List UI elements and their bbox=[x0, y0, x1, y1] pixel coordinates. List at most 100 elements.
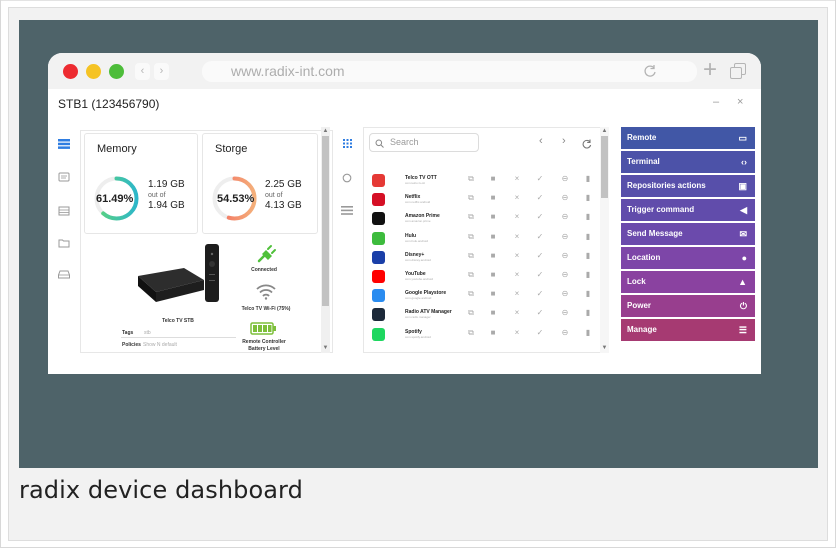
enable-icon[interactable]: ✓ bbox=[535, 328, 545, 337]
edit-icon[interactable]: ⧉ bbox=[466, 289, 476, 299]
app-row: Telco TV OTT com.telco.tv.ott ⧉ ■ × ✓ ⊖ ▮ bbox=[372, 172, 602, 190]
enable-icon[interactable]: ✓ bbox=[535, 270, 545, 279]
envelope-icon: ✉ bbox=[739, 229, 747, 239]
list-view-icon[interactable] bbox=[341, 206, 353, 215]
stop-icon[interactable]: ■ bbox=[488, 174, 498, 183]
disable-icon[interactable]: ⊖ bbox=[560, 270, 570, 279]
menu-item-send-message[interactable]: Send Message ✉ bbox=[621, 223, 755, 245]
monitor-icon: ▭ bbox=[738, 133, 747, 143]
apps-search-input[interactable]: Search bbox=[369, 133, 479, 152]
grid-view-icon[interactable] bbox=[343, 139, 352, 148]
edit-icon[interactable]: ⧉ bbox=[466, 328, 476, 338]
uninstall-icon[interactable]: × bbox=[512, 289, 522, 298]
nav-buttons: ‹ › bbox=[135, 63, 171, 80]
scroll-up-icon[interactable]: ▲ bbox=[321, 127, 330, 135]
enable-icon[interactable]: ✓ bbox=[535, 308, 545, 317]
refresh-icon[interactable] bbox=[582, 139, 592, 149]
card-top-divider bbox=[0, 0, 836, 1]
menu-item-power[interactable]: Power ⏻ bbox=[621, 295, 755, 317]
menu-item-location[interactable]: Location ● bbox=[621, 247, 755, 269]
menu-item-terminal[interactable]: Terminal ‹› bbox=[621, 151, 755, 173]
edit-icon[interactable]: ⧉ bbox=[466, 270, 476, 280]
enable-icon[interactable]: ✓ bbox=[535, 193, 545, 202]
edit-icon[interactable]: ⧉ bbox=[466, 251, 476, 261]
stop-icon[interactable]: ■ bbox=[488, 212, 498, 221]
disable-icon[interactable]: ⊖ bbox=[560, 193, 570, 202]
folder-icon bbox=[58, 239, 70, 248]
uninstall-icon[interactable]: × bbox=[512, 251, 522, 260]
enable-icon[interactable]: ✓ bbox=[535, 289, 545, 298]
menu-item-remote[interactable]: Remote ▭ bbox=[621, 127, 755, 149]
menu-item-label: Terminal bbox=[627, 157, 660, 166]
stop-icon[interactable]: ■ bbox=[488, 308, 498, 317]
uninstall-icon[interactable]: × bbox=[512, 328, 522, 337]
storage-card: Storge 54.53% 2.25 GB out of 4.13 GB bbox=[202, 133, 318, 234]
scroll-down-icon[interactable]: ▼ bbox=[600, 344, 609, 352]
next-page-icon[interactable]: › bbox=[562, 135, 566, 147]
enable-icon[interactable]: ✓ bbox=[535, 174, 545, 183]
uninstall-icon[interactable]: × bbox=[512, 174, 522, 183]
memory-out-of: out of bbox=[148, 192, 166, 199]
stop-icon[interactable]: ■ bbox=[488, 251, 498, 260]
apps-scrollbar[interactable]: ▲ ▼ bbox=[600, 127, 609, 353]
close-window-icon bbox=[63, 64, 78, 79]
stop-icon[interactable]: ■ bbox=[488, 193, 498, 202]
stop-icon[interactable]: ■ bbox=[488, 232, 498, 241]
disable-icon[interactable]: ⊖ bbox=[560, 289, 570, 298]
app-row: Radio ATV Manager com.radix.manager ⧉ ■ × ✓ ⊖ ▮ bbox=[372, 306, 602, 324]
uninstall-icon[interactable]: × bbox=[512, 308, 522, 317]
device-title: STB1 (123456790) bbox=[58, 97, 160, 111]
app-row: YouTube com.youtube.android ⧉ ■ × ✓ ⊖ ▮ bbox=[372, 268, 602, 286]
circle-view-icon[interactable] bbox=[342, 173, 352, 183]
edit-icon[interactable]: ⧉ bbox=[466, 232, 476, 242]
power-icon: ⏻ bbox=[739, 301, 747, 311]
delete-icon[interactable]: ▮ bbox=[583, 270, 593, 279]
uninstall-icon[interactable]: × bbox=[512, 270, 522, 279]
menu-item-repositories-actions[interactable]: Repositories actions ▣ bbox=[621, 175, 755, 197]
menu-item-manage[interactable]: Manage ☰ bbox=[621, 319, 755, 341]
disable-icon[interactable]: ⊖ bbox=[560, 328, 570, 337]
edit-icon[interactable]: ⧉ bbox=[466, 193, 476, 203]
disable-icon[interactable]: ⊖ bbox=[560, 251, 570, 260]
enable-icon[interactable]: ✓ bbox=[535, 212, 545, 221]
enable-icon[interactable]: ✓ bbox=[535, 232, 545, 241]
message-icon bbox=[58, 172, 70, 182]
device-name: Telco TV STB bbox=[162, 318, 194, 324]
delete-icon[interactable]: ▮ bbox=[583, 193, 593, 202]
delete-icon[interactable]: ▮ bbox=[583, 289, 593, 298]
uninstall-icon[interactable]: × bbox=[512, 212, 522, 221]
delete-icon[interactable]: ▮ bbox=[583, 212, 593, 221]
uninstall-icon[interactable]: × bbox=[512, 193, 522, 202]
stats-scrollbar[interactable]: ▲ ▼ bbox=[321, 127, 330, 353]
disable-icon[interactable]: ⊖ bbox=[560, 232, 570, 241]
menu-item-trigger-command[interactable]: Trigger command ◀ bbox=[621, 199, 755, 221]
menu-item-lock[interactable]: Lock ▲ bbox=[621, 271, 755, 293]
stop-icon[interactable]: ■ bbox=[488, 328, 498, 337]
storage-out-of: out of bbox=[265, 192, 283, 199]
prev-page-icon[interactable]: ‹ bbox=[539, 135, 543, 147]
uninstall-icon[interactable]: × bbox=[512, 232, 522, 241]
memory-title: Memory bbox=[97, 143, 137, 155]
delete-icon[interactable]: ▮ bbox=[583, 251, 593, 260]
delete-icon[interactable]: ▮ bbox=[583, 328, 593, 337]
scroll-up-icon[interactable]: ▲ bbox=[600, 127, 609, 135]
edit-icon[interactable]: ⧉ bbox=[466, 174, 476, 184]
tags-divider bbox=[121, 337, 236, 338]
edit-icon[interactable]: ⧉ bbox=[466, 308, 476, 318]
enable-icon[interactable]: ✓ bbox=[535, 251, 545, 260]
delete-icon[interactable]: ▮ bbox=[583, 308, 593, 317]
delete-icon[interactable]: ▮ bbox=[583, 174, 593, 183]
memory-percent: 61.49% bbox=[96, 193, 134, 205]
scroll-thumb[interactable] bbox=[601, 136, 608, 198]
app-package: com.amazon.prime bbox=[405, 219, 431, 223]
chevron-left-icon: ‹ bbox=[135, 63, 150, 80]
disable-icon[interactable]: ⊖ bbox=[560, 174, 570, 183]
scroll-down-icon[interactable]: ▼ bbox=[321, 344, 330, 352]
edit-icon[interactable]: ⧉ bbox=[466, 212, 476, 222]
delete-icon[interactable]: ▮ bbox=[583, 232, 593, 241]
stop-icon[interactable]: ■ bbox=[488, 270, 498, 279]
stop-icon[interactable]: ■ bbox=[488, 289, 498, 298]
disable-icon[interactable]: ⊖ bbox=[560, 212, 570, 221]
disable-icon[interactable]: ⊖ bbox=[560, 308, 570, 317]
scroll-thumb[interactable] bbox=[322, 136, 329, 306]
